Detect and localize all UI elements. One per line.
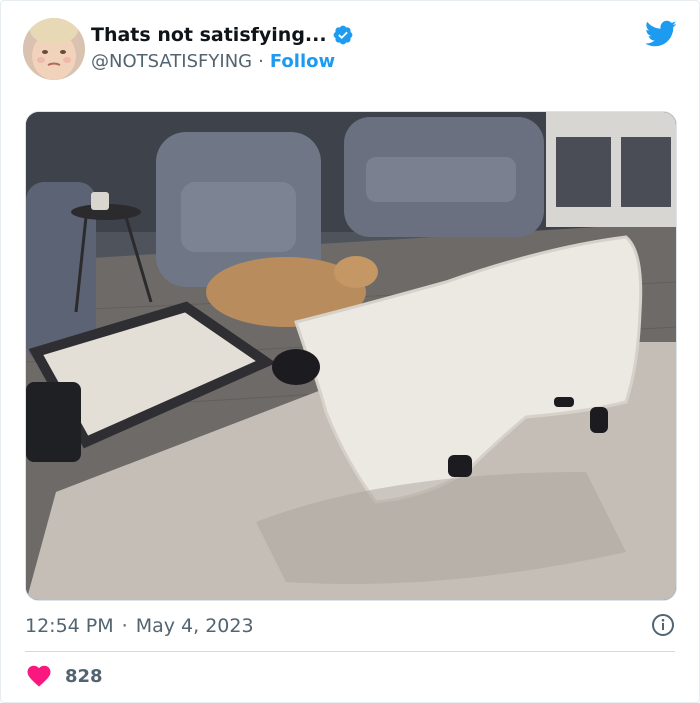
divider [25,651,675,652]
timestamp-separator: · [121,615,128,637]
separator-dot: · [258,51,264,72]
photo-scene [26,112,676,600]
avatar[interactable] [23,18,85,80]
tweet-header: Thats not satisfying... @NOTSATISFYING ·… [23,18,677,82]
twitter-bird-icon[interactable] [645,20,677,48]
likes-row[interactable]: 828 [27,663,103,689]
tweet-date[interactable]: May 4, 2023 [136,615,254,637]
follow-button[interactable]: Follow [270,51,335,72]
verified-badge-icon [333,25,352,45]
tweet-time[interactable]: 12:54 PM [25,615,114,637]
name-row: Thats not satisfying... [91,24,354,46]
info-icon[interactable] [651,613,675,637]
display-name[interactable]: Thats not satisfying... [91,24,327,46]
user-handle[interactable]: @NOTSATISFYING [91,51,252,72]
timestamp-row: 12:54 PM · May 4, 2023 [25,613,675,639]
handle-row: @NOTSATISFYING · Follow [91,51,335,72]
tweet-card: Thats not satisfying... @NOTSATISFYING ·… [0,0,700,703]
heart-icon[interactable] [27,665,51,687]
tweet-photo[interactable] [25,111,677,601]
like-count: 828 [65,665,103,687]
